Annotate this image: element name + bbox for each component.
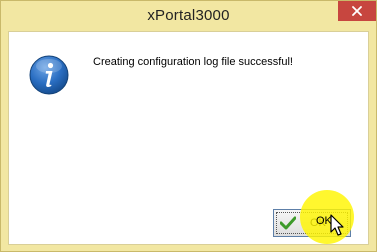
close-button[interactable] <box>338 1 376 21</box>
dialog-message: Creating configuration log file successf… <box>93 56 293 68</box>
ok-button-label: OK <box>310 217 326 229</box>
checkmark-icon <box>280 216 296 230</box>
title-bar[interactable]: xPortal3000 <box>1 1 376 31</box>
close-icon <box>352 6 362 16</box>
dialog-window: xPortal3000 Creating configuration log f… <box>0 0 377 252</box>
info-icon <box>29 55 69 95</box>
window-title: xPortal3000 <box>147 7 230 24</box>
dialog-body: Creating configuration log file successf… <box>8 31 369 245</box>
ok-button[interactable]: OK <box>273 209 351 237</box>
